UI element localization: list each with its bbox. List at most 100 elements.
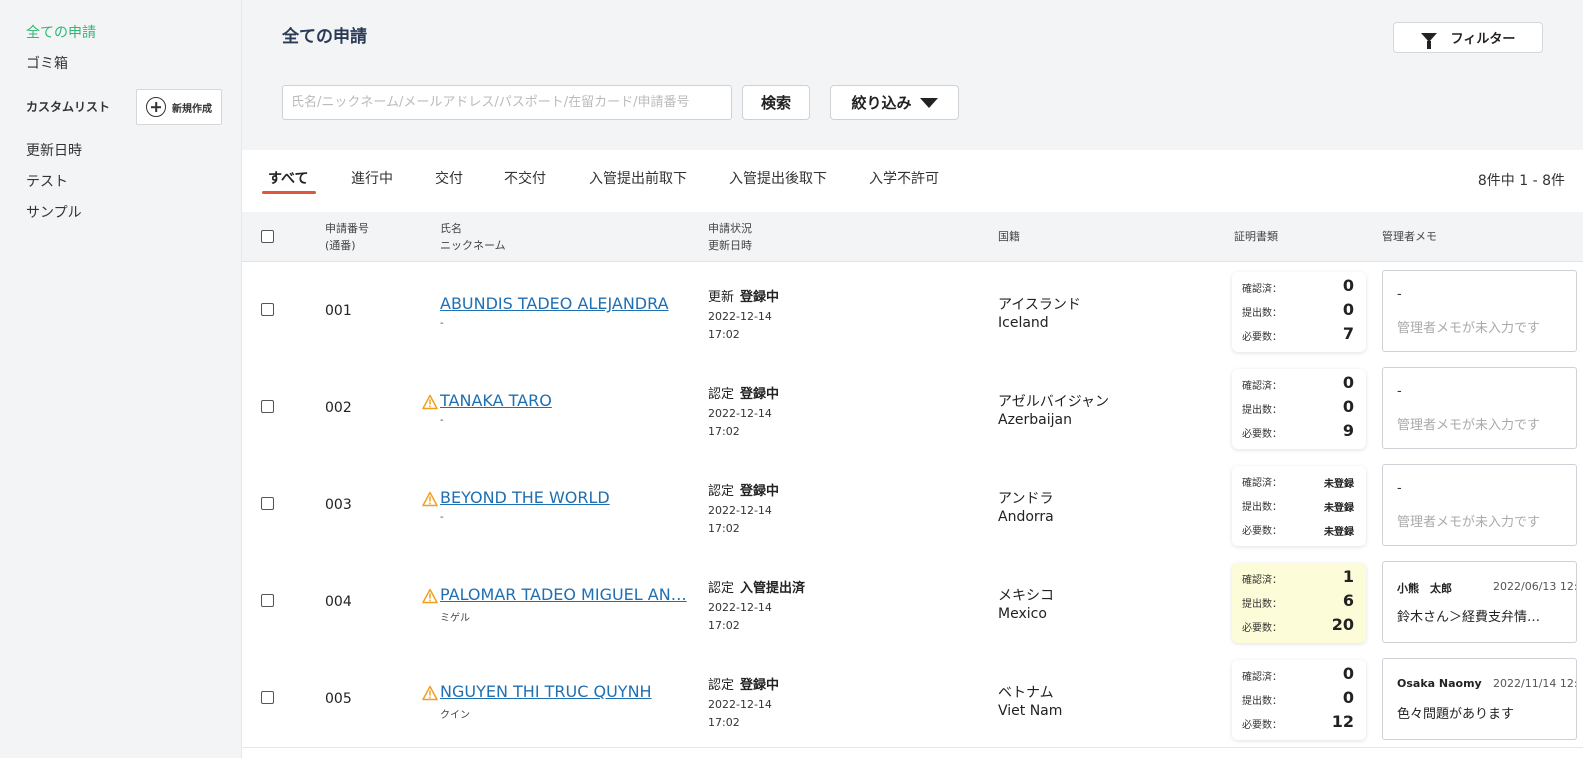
application-status: 認定 入管提出済 (708, 577, 805, 596)
row-checkbox[interactable] (261, 303, 274, 316)
confirmed-value: 0 (1342, 373, 1354, 392)
narrow-down-dropdown[interactable]: 絞り込み (830, 85, 959, 120)
sidebar-item-trash[interactable]: ゴミ箱 (26, 53, 68, 73)
application-status: 認定 登録中 (708, 480, 779, 499)
applicant-name-link[interactable]: PALOMAR TADEO MIGUEL AN… (440, 585, 687, 604)
search-input[interactable] (282, 85, 732, 120)
column-header-name-line2: ニックネーム (440, 239, 506, 252)
table-row: 001 ABUNDIS TADEO ALEJANDRA - 更新 登録中 2022… (242, 262, 1583, 360)
application-type: 認定 (708, 387, 735, 402)
new-list-label: 新規作成 (172, 103, 212, 115)
column-header-documents: 証明書類 (1234, 230, 1278, 243)
warning-icon (422, 394, 438, 410)
status-value: 入管提出済 (740, 581, 806, 596)
required-label: 必要数： (1242, 332, 1282, 343)
applicant-name-link[interactable]: TANAKA TARO (440, 391, 552, 410)
tab-not-granted[interactable]: 不交付 (504, 168, 546, 188)
confirmed-label: 確認済： (1242, 575, 1282, 586)
application-type: 認定 (708, 678, 735, 693)
application-status: 認定 登録中 (708, 383, 779, 402)
required-value: 20 (1331, 615, 1354, 634)
tab-all[interactable]: すべて (268, 168, 308, 188)
active-tab-indicator (262, 191, 316, 194)
admin-memo-box[interactable]: Osaka Naomy 2022/11/14 12:1 色々問題があります (1382, 658, 1577, 740)
page-title: 全ての申請 (282, 27, 367, 47)
document-summary-card: 確認済： 0 提出数： 0 必要数： 12 (1232, 660, 1366, 740)
nationality-ja: アゼルバイジャン (998, 394, 1110, 410)
required-count: 必要数： 未登録 (1242, 518, 1358, 540)
table-row: 003 BEYOND THE WORLD - 認定 登録中 2022-12-14 1… (242, 456, 1583, 554)
applicant-name-link[interactable]: NGUYEN THI TRUC QUYNH (440, 682, 652, 701)
filter-button[interactable]: フィルター (1393, 22, 1543, 53)
admin-memo-box[interactable]: 小熊 太郎 2022/06/13 12:0 鈴木さん＞経費支弁情… (1382, 561, 1577, 643)
submitted-count: 提出数： 0 (1242, 688, 1358, 710)
updated-at: 2022-12-14 17:02 (708, 599, 772, 635)
tab-withdrawn-after-submission[interactable]: 入管提出後取下 (729, 168, 827, 188)
admin-memo-box[interactable]: - 管理者メモが未入力です (1382, 270, 1577, 352)
table-row: 002 TANAKA TARO - 認定 登録中 2022-12-14 17:02 … (242, 359, 1583, 457)
caret-down-icon (919, 97, 938, 108)
applicant-name-link[interactable]: BEYOND THE WORLD (440, 488, 610, 507)
row-checkbox[interactable] (261, 691, 274, 704)
updated-at: 2022-12-14 17:02 (708, 696, 772, 732)
column-header-name: 氏名 ニックネーム (440, 220, 506, 254)
table-row: 005 NGUYEN THI TRUC QUYNH クイン 認定 登録中 2022… (242, 650, 1583, 748)
updated-date: 2022-12-14 (708, 504, 772, 517)
updated-date: 2022-12-14 (708, 310, 772, 323)
nationality-en: Viet Nam (998, 703, 1063, 719)
confirmed-value: 未登録 (1324, 479, 1354, 490)
updated-date: 2022-12-14 (708, 407, 772, 420)
sidebar: 全ての申請 ゴミ箱 カスタムリスト 新規作成 更新日時 テスト サンプル (0, 0, 242, 758)
memo-text: 色々問題があります (1397, 707, 1515, 722)
required-count: 必要数： 9 (1242, 421, 1358, 443)
column-header-number-line1: 申請番号 (325, 222, 369, 235)
warning-icon (422, 588, 438, 604)
column-header-admin-memo: 管理者メモ (1382, 230, 1437, 243)
required-value: 未登録 (1324, 527, 1354, 538)
memo-date: 2022/06/13 12:0 (1493, 580, 1577, 593)
memo-empty-text: 管理者メモが未入力です (1397, 515, 1541, 530)
tab-withdrawn-before-submission[interactable]: 入管提出前取下 (589, 168, 687, 188)
application-status: 更新 登録中 (708, 286, 779, 305)
applicant-name-link[interactable]: ABUNDIS TADEO ALEJANDRA (440, 294, 669, 313)
column-header-number-line2: (通番) (325, 239, 356, 252)
updated-at: 2022-12-14 17:02 (708, 308, 772, 344)
tab-in-progress[interactable]: 進行中 (351, 168, 393, 188)
status-tabs: すべて 進行中 交付 不交付 入管提出前取下 入管提出後取下 入学不許可 8件中… (242, 150, 1583, 212)
sidebar-item-all-requests[interactable]: 全ての申請 (26, 22, 96, 42)
search-button[interactable]: 検索 (742, 85, 810, 120)
document-summary-card: 確認済： 0 提出数： 0 必要数： 9 (1232, 369, 1366, 449)
admin-memo-box[interactable]: - 管理者メモが未入力です (1382, 464, 1577, 546)
row-checkbox[interactable] (261, 594, 274, 607)
plus-circle-icon (146, 97, 166, 117)
updated-time: 17:02 (708, 619, 740, 632)
admin-memo-box[interactable]: - 管理者メモが未入力です (1382, 367, 1577, 449)
updated-time: 17:02 (708, 425, 740, 438)
row-checkbox[interactable] (261, 497, 274, 510)
funnel-icon (1420, 33, 1437, 49)
document-summary-card: 確認済： 0 提出数： 0 必要数： 7 (1232, 272, 1366, 352)
column-header-name-line1: 氏名 (440, 222, 462, 235)
submitted-value: 0 (1342, 397, 1354, 416)
updated-time: 17:02 (708, 522, 740, 535)
document-summary-card: 確認済： 未登録 提出数： 未登録 必要数： 未登録 (1232, 466, 1366, 546)
submitted-count: 提出数： 6 (1242, 591, 1358, 613)
narrow-down-label: 絞り込み (851, 94, 912, 112)
select-all-checkbox[interactable] (261, 230, 274, 243)
required-label: 必要数： (1242, 623, 1282, 634)
new-list-button[interactable]: 新規作成 (136, 89, 222, 125)
sidebar-item-custom-list[interactable]: サンプル (26, 202, 82, 222)
confirmed-count: 確認済： 1 (1242, 567, 1358, 589)
sidebar-item-custom-list[interactable]: テスト (26, 171, 68, 191)
submitted-count: 提出数： 0 (1242, 397, 1358, 419)
updated-time: 17:02 (708, 328, 740, 341)
status-value: 登録中 (740, 387, 780, 402)
sidebar-item-custom-list[interactable]: 更新日時 (26, 140, 82, 160)
tab-granted[interactable]: 交付 (435, 168, 463, 188)
tab-admission-denied[interactable]: 入学不許可 (869, 168, 939, 188)
required-label: 必要数： (1242, 720, 1282, 731)
column-header-status: 申請状況 更新日時 (708, 220, 752, 254)
submitted-label: 提出数： (1242, 502, 1282, 513)
nationality-en: Azerbaijan (998, 412, 1072, 428)
row-checkbox[interactable] (261, 400, 274, 413)
